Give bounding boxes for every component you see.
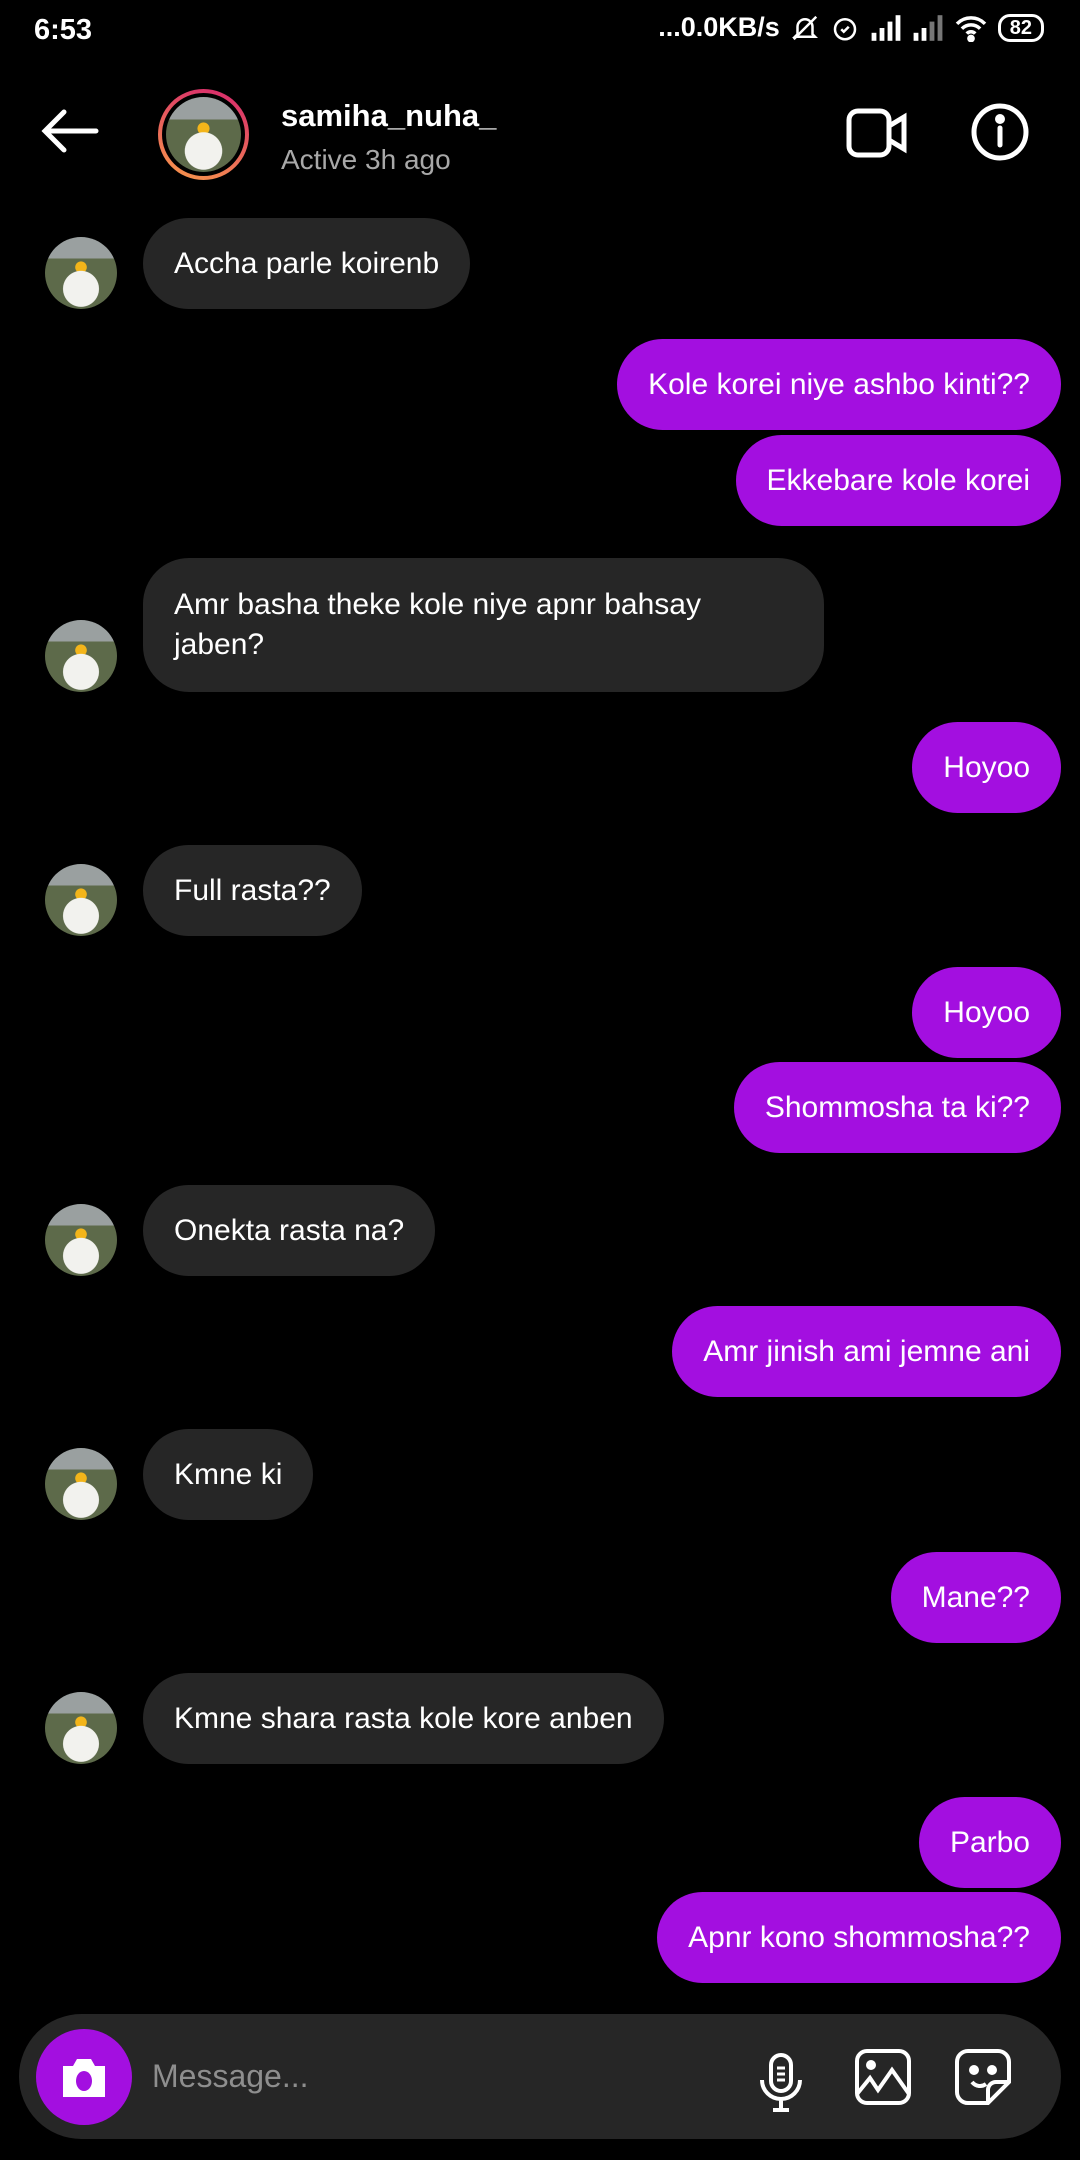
sent-message[interactable]: Hoyoo <box>912 722 1061 813</box>
received-message[interactable]: Amr basha theke kole niye apnr bahsay ja… <box>143 558 824 692</box>
back-arrow-icon[interactable] <box>40 106 100 156</box>
clock: 6:53 <box>34 14 93 46</box>
battery-indicator: 82 <box>997 13 1044 42</box>
signal-icon-2 <box>913 14 943 41</box>
message-composer: Message... <box>19 2014 1061 2139</box>
sender-avatar <box>45 620 117 692</box>
chat-header: samiha_nuha_ Active 3h ago <box>0 62 1080 210</box>
sent-message[interactable]: Apnr kono shommosha?? <box>657 1892 1061 1983</box>
sent-message[interactable]: Kole korei niye ashbo kinti?? <box>617 339 1061 430</box>
received-message[interactable]: Accha parle koirenb <box>143 218 471 309</box>
sticker-icon[interactable] <box>954 2048 1012 2106</box>
status-bar: 6:53 ...0.0KB/s 82 <box>0 0 1080 62</box>
sent-message[interactable]: Amr jinish ami jemne ani <box>672 1306 1061 1397</box>
sender-avatar <box>45 1692 117 1764</box>
received-message[interactable]: Full rasta?? <box>143 845 362 936</box>
sent-message[interactable]: Mane?? <box>890 1552 1061 1643</box>
sent-message[interactable]: Ekkebare kole korei <box>735 435 1061 526</box>
sender-avatar <box>45 237 117 309</box>
profile-avatar[interactable] <box>158 89 249 180</box>
received-message[interactable]: Onekta rasta na? <box>143 1185 436 1276</box>
gallery-icon[interactable] <box>854 2048 912 2106</box>
info-icon[interactable] <box>970 102 1030 162</box>
wifi-icon <box>955 15 986 42</box>
sent-message[interactable]: Hoyoo <box>912 967 1061 1058</box>
sender-avatar <box>45 864 117 936</box>
sender-avatar <box>45 1448 117 1520</box>
sent-message[interactable]: Parbo <box>918 1797 1061 1888</box>
sent-message[interactable]: Shommosha ta ki?? <box>733 1062 1061 1153</box>
sender-avatar <box>45 1204 117 1276</box>
alarm-icon <box>833 17 856 40</box>
signal-icon <box>871 14 901 41</box>
video-call-icon[interactable] <box>846 106 910 160</box>
camera-icon <box>63 2059 105 2097</box>
microphone-icon[interactable] <box>756 2052 806 2114</box>
received-message[interactable]: Kmne shara rasta kole kore anben <box>143 1673 664 1764</box>
camera-button[interactable] <box>36 2029 132 2125</box>
received-message[interactable]: Kmne ki <box>143 1429 314 1520</box>
network-speed: ...0.0KB/s <box>658 12 780 42</box>
message-input[interactable]: Message... <box>152 2058 309 2095</box>
muted-bell-icon <box>791 15 818 40</box>
username[interactable]: samiha_nuha_ <box>281 98 496 134</box>
active-status: Active 3h ago <box>281 144 451 175</box>
